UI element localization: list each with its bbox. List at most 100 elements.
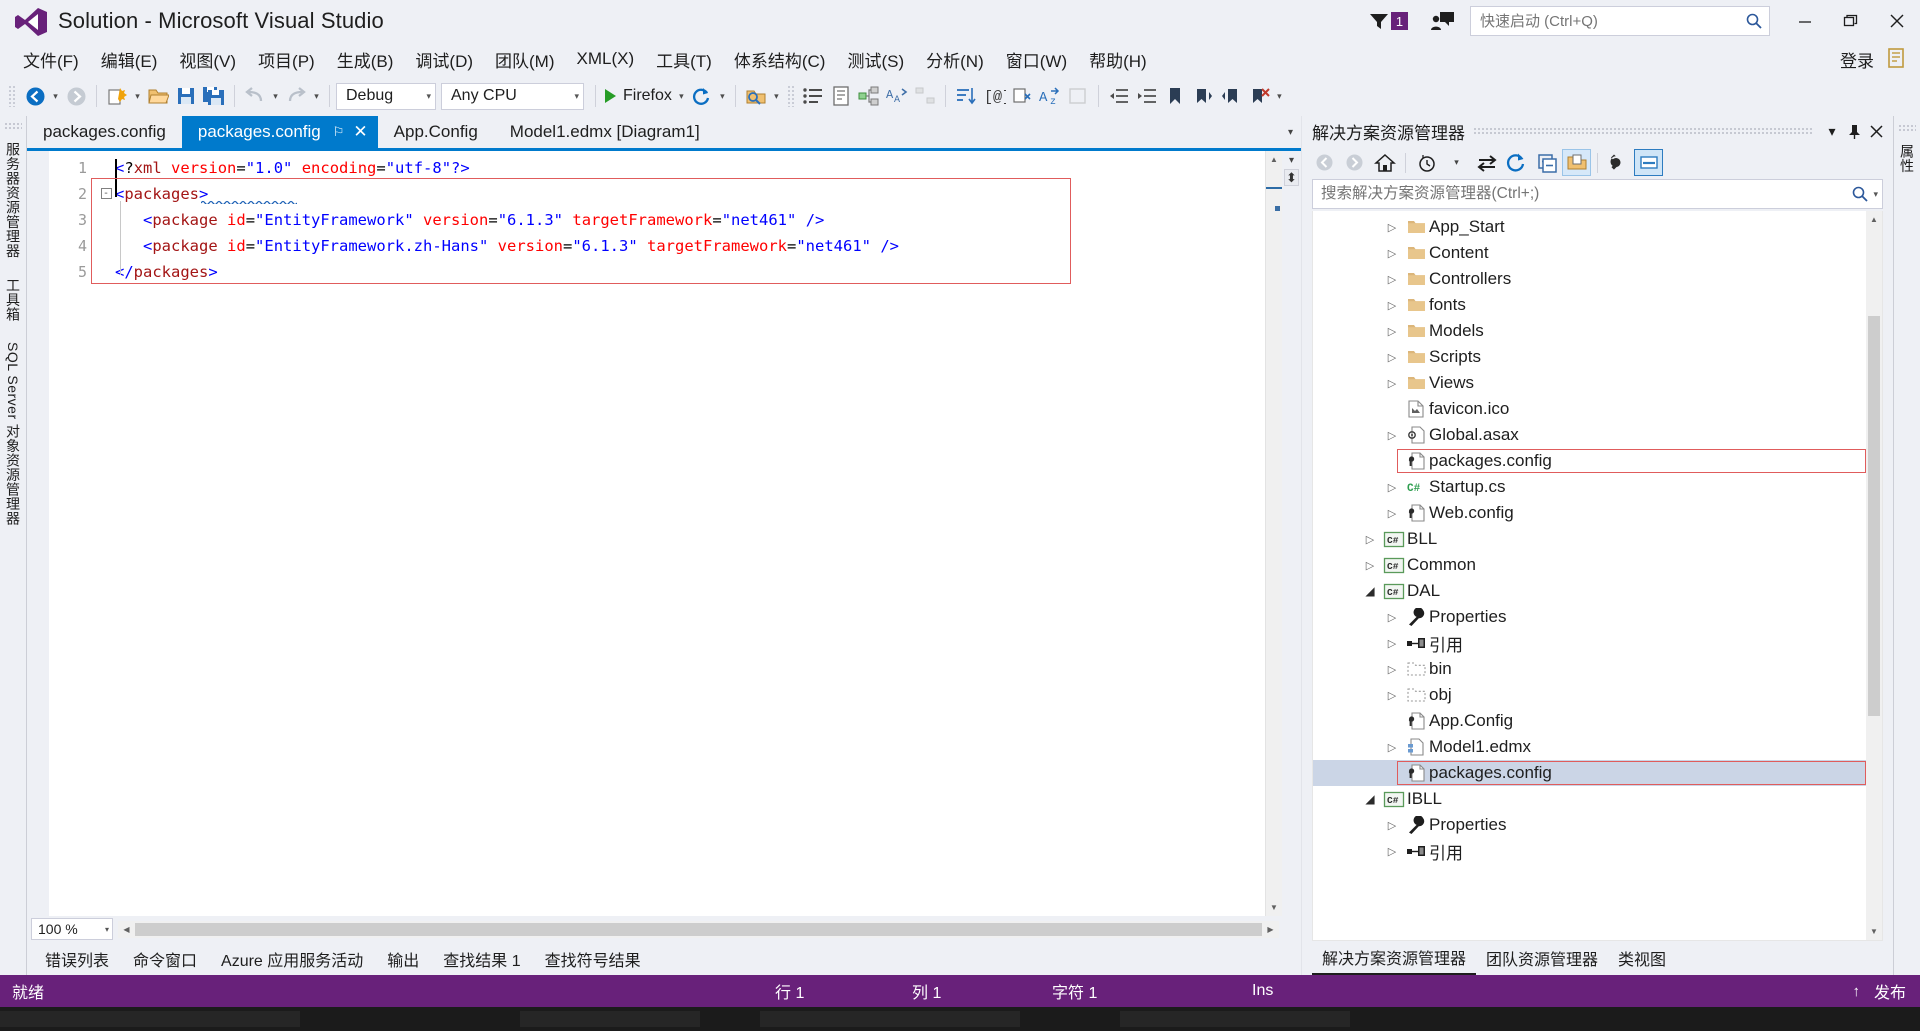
object-browser-icon[interactable] <box>827 81 855 111</box>
scroll-right-arrow-icon[interactable]: ▶ <box>1262 921 1279 938</box>
menu-project[interactable]: 项目(P) <box>247 44 326 75</box>
bottom-tab-command-window[interactable]: 命令窗口 <box>121 943 209 975</box>
new-project-icon[interactable] <box>103 81 131 111</box>
menu-xml[interactable]: XML(X) <box>566 46 646 72</box>
notifications-button[interactable]: 1 <box>1368 11 1408 31</box>
tree-item-startup-cs[interactable]: ▷ C# Startup.cs <box>1313 474 1882 500</box>
code-line[interactable]: 1 <?xml version="1.0" encoding="utf-8"?> <box>49 157 1265 178</box>
chevron-right-icon[interactable]: ▷ <box>1381 663 1403 676</box>
menu-team[interactable]: 团队(M) <box>484 44 565 75</box>
solution-configuration-combo[interactable]: Debug ▾ <box>336 82 436 110</box>
pending-changes-icon[interactable] <box>1412 149 1441 176</box>
tree-item-properties[interactable]: ▷ Properties <box>1313 812 1882 838</box>
toolbar-grip-2[interactable] <box>786 85 795 107</box>
comment-selection-icon[interactable] <box>1064 81 1092 111</box>
browser-link-icon[interactable] <box>742 81 770 111</box>
close-button[interactable] <box>1874 0 1920 42</box>
code-text-area[interactable]: 1 <?xml version="1.0" encoding="utf-8"?> 2… <box>49 151 1265 916</box>
insert-snippet-icon[interactable] <box>1008 81 1036 111</box>
maximize-restore-button[interactable] <box>1828 0 1874 42</box>
code-definition-icon[interactable]: A A <box>883 81 911 111</box>
menu-edit[interactable]: 编辑(E) <box>90 44 169 75</box>
quick-launch-box[interactable] <box>1470 6 1770 36</box>
footer-tab-team-explorer[interactable]: 团队资源管理器 <box>1476 942 1608 974</box>
fold-toggle-icon[interactable]: - <box>97 188 115 199</box>
tree-item-obj[interactable]: ▷ obj <box>1313 682 1882 708</box>
undo-icon[interactable] <box>241 81 269 111</box>
menu-analyze[interactable]: 分析(N) <box>915 44 995 75</box>
close-icon[interactable] <box>1865 119 1887 143</box>
save-all-icon[interactable] <box>200 81 228 111</box>
refresh-browser-icon[interactable] <box>688 81 716 111</box>
tree-item-[interactable]: ▷ 引用 <box>1313 630 1882 656</box>
tree-item-model1-edmx[interactable]: ▷ Model1.edmx <box>1313 734 1882 760</box>
chevron-right-icon[interactable]: ▷ <box>1381 351 1403 364</box>
tab-overflow-button[interactable]: ▾ <box>1288 116 1293 148</box>
editor-splitter[interactable]: ▾ ⬍ <box>1282 151 1301 916</box>
pending-changes-dropdown[interactable]: ▾ <box>1442 149 1471 176</box>
split-view-grip[interactable]: ⬍ <box>1284 169 1299 186</box>
left-dock-tab-sql-object-explorer[interactable]: SQL Server 对象资源管理器 <box>0 333 27 535</box>
toolbox-sort-icon[interactable] <box>952 81 980 111</box>
chevron-down-icon[interactable]: ▾ <box>1821 119 1843 143</box>
bottom-tab-find-results-1[interactable]: 查找结果 1 <box>431 943 532 975</box>
chevron-right-icon[interactable]: ▷ <box>1381 299 1403 312</box>
tree-item-packages-config[interactable]: packages.config <box>1313 760 1882 786</box>
tree-item-bin[interactable]: ▷ bin <box>1313 656 1882 682</box>
menu-view[interactable]: 视图(V) <box>168 44 247 75</box>
properties-window-icon[interactable] <box>799 81 827 111</box>
open-file-icon[interactable] <box>144 81 172 111</box>
publish-arrow-icon[interactable]: ↑ <box>1852 983 1860 1000</box>
chevron-right-icon[interactable]: ▷ <box>1381 689 1403 702</box>
scroll-down-arrow-icon[interactable]: ▼ <box>1866 923 1882 940</box>
chevron-right-icon[interactable]: ▷ <box>1381 247 1403 260</box>
chevron-right-icon[interactable]: ▷ <box>1381 481 1403 494</box>
horizontal-scroll-thumb[interactable] <box>135 922 1262 936</box>
run-target-dropdown[interactable]: ▾ <box>675 81 688 111</box>
back-icon[interactable] <box>1310 149 1339 176</box>
refresh-dropdown[interactable]: ▾ <box>716 81 729 111</box>
next-bookmark-icon[interactable] <box>1217 81 1245 111</box>
properties-icon[interactable] <box>1604 149 1633 176</box>
menu-help[interactable]: 帮助(H) <box>1078 44 1158 75</box>
menu-architecture[interactable]: 体系结构(C) <box>723 44 837 75</box>
solution-explorer-search-input[interactable] <box>1321 185 1852 203</box>
pin-icon[interactable] <box>1843 119 1865 143</box>
tree-item-content[interactable]: ▷ Content <box>1313 240 1882 266</box>
menu-test[interactable]: 测试(S) <box>836 44 915 75</box>
tree-item-models[interactable]: ▷ Models <box>1313 318 1882 344</box>
tree-item-[interactable]: ▷ 引用 <box>1313 838 1882 864</box>
chevron-right-icon[interactable]: ▷ <box>1381 221 1403 234</box>
chevron-right-icon[interactable]: ▷ <box>1381 611 1403 624</box>
save-icon[interactable] <box>172 81 200 111</box>
bottom-tab-azure-app-service[interactable]: Azure 应用服务活动 <box>209 943 375 975</box>
right-dock-tab-properties[interactable]: 属性 <box>1893 135 1920 182</box>
chevron-right-icon[interactable]: ▷ <box>1381 377 1403 390</box>
chevron-right-icon[interactable]: ▷ <box>1359 533 1381 546</box>
navigate-forward-icon[interactable] <box>62 81 90 111</box>
scroll-up-arrow-icon[interactable]: ▲ <box>1866 211 1882 228</box>
format-document-icon[interactable]: A z <box>1036 81 1064 111</box>
chevron-right-icon[interactable]: ▷ <box>1381 845 1403 858</box>
sign-in-link[interactable]: 登录 <box>1840 47 1874 72</box>
menu-debug[interactable]: 调试(D) <box>404 44 484 75</box>
solution-explorer-scroll-thumb[interactable] <box>1868 316 1880 716</box>
footer-tab-solution-explorer[interactable]: 解决方案资源管理器 <box>1312 941 1477 975</box>
search-options-dropdown[interactable]: ▾ <box>1869 189 1878 200</box>
code-line[interactable]: 4 <package id="EntityFramework.zh-Hans" v… <box>49 235 1265 256</box>
extension-manager-icon[interactable] <box>1884 46 1910 72</box>
left-dock-grip[interactable] <box>4 122 22 129</box>
chevron-down-icon[interactable]: ◢ <box>1359 792 1381 806</box>
preview-selected-items-icon[interactable] <box>1634 149 1663 176</box>
left-dock-tab-toolbox[interactable]: 工具箱 <box>0 269 27 331</box>
menu-tools[interactable]: 工具(T) <box>645 44 723 75</box>
publish-button[interactable]: 发布 <box>1874 979 1906 1003</box>
chevron-right-icon[interactable]: ▷ <box>1381 273 1403 286</box>
navigate-back-dropdown[interactable]: ▾ <box>49 81 62 111</box>
decrease-indent-icon[interactable] <box>1105 81 1133 111</box>
scroll-down-arrow-icon[interactable]: ▼ <box>1266 899 1282 916</box>
bottom-tab-output[interactable]: 输出 <box>375 943 431 975</box>
minimize-button[interactable] <box>1782 0 1828 42</box>
quick-launch-input[interactable] <box>1480 12 1745 30</box>
tree-item-properties[interactable]: ▷ Properties <box>1313 604 1882 630</box>
